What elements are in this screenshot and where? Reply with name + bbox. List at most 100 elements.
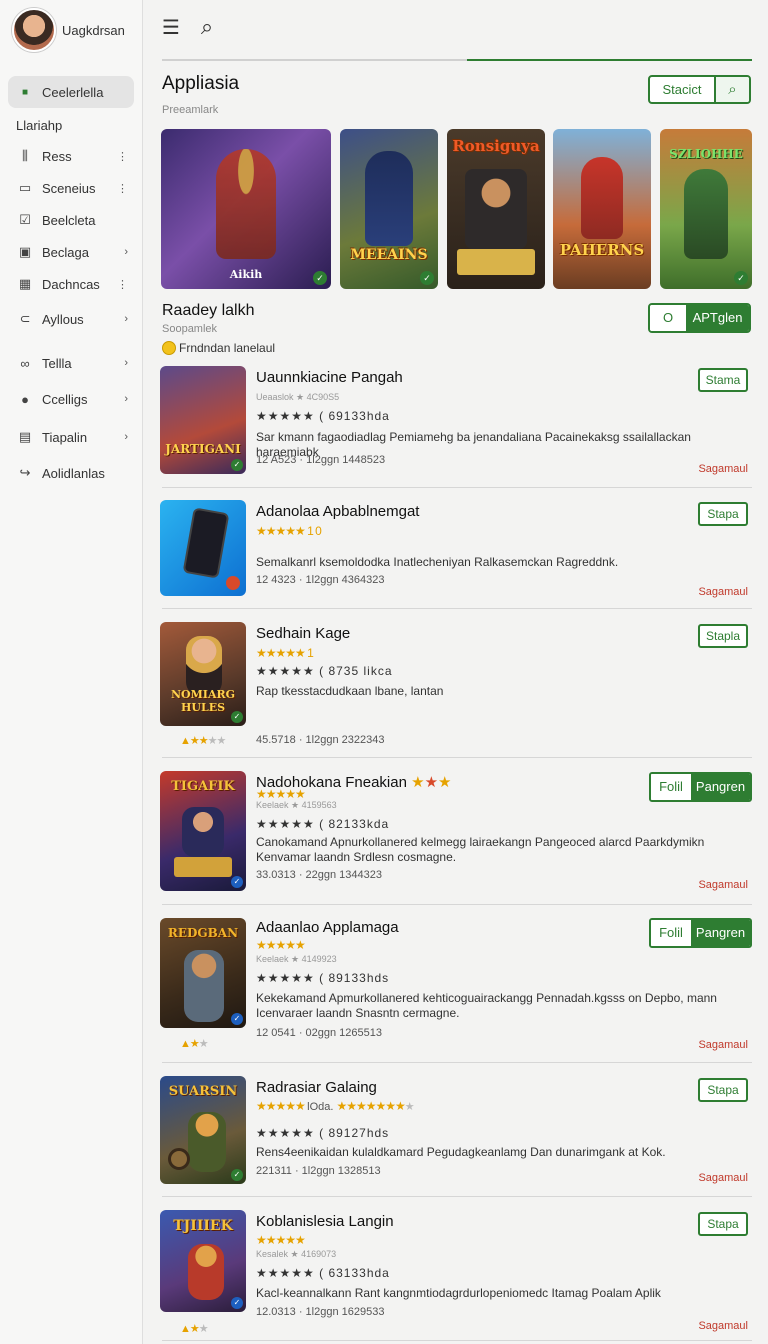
list-divider [162, 904, 752, 905]
sidebar-item-3[interactable]: ▭ Sceneius ⋮ [8, 172, 134, 204]
featured-banner[interactable]: PAHERNS [553, 129, 651, 289]
app-thumbnail[interactable]: JARTIGANI ✓ [160, 366, 246, 474]
sidebar-item-label: Beelcleta [42, 212, 96, 228]
app-button-group[interactable]: Folil Pangren [649, 918, 752, 948]
app-description: Rap tkesstacdudkaan lbane, lantan [256, 684, 444, 698]
featured-banner[interactable]: MEEAINS ✓ [340, 129, 438, 289]
sidebar-item-label: Ress [42, 148, 72, 164]
app-action-button[interactable]: Stapa [698, 502, 748, 526]
badge-icon: ✓ [231, 1013, 243, 1025]
featured-banner[interactable]: Ronsiguya [447, 129, 545, 289]
section-button-b[interactable]: APTglen [686, 305, 749, 331]
list-item[interactable]: SUARSIN ✓ Radrasiar Galaing ★★★★★ lOda. … [160, 1076, 752, 1188]
chevron-right-icon[interactable]: › [124, 313, 128, 325]
more-link[interactable]: Sagamaul [698, 879, 748, 891]
check-icon: ✓ [231, 1169, 243, 1181]
section-button-a[interactable]: O [650, 305, 686, 331]
more-link[interactable]: Sagamaul [698, 1172, 748, 1184]
chevron-right-icon[interactable]: › [124, 393, 128, 405]
app-button-b[interactable]: Pangren [691, 920, 750, 946]
app-action-button[interactable]: Stapa [698, 1212, 748, 1236]
more-link[interactable]: Sagamaul [698, 1320, 748, 1332]
sidebar-item-label: Llariahp [16, 117, 63, 133]
chevron-right-icon[interactable]: › [124, 246, 128, 258]
list-divider [162, 608, 752, 609]
app-button-a[interactable]: Folil [651, 774, 691, 800]
list-item[interactable]: NOMIARG HULES ✓ ▲★★★★ Sedhain Kage ★★★★★… [160, 622, 752, 750]
more-link[interactable]: Sagamaul [698, 586, 748, 598]
app-name[interactable]: Uaunnkiacine Pangah [256, 369, 403, 386]
image-icon: ▣ [18, 244, 32, 259]
sidebar-item-11[interactable]: ↪ Aolidlanlas [8, 457, 134, 489]
avatar[interactable] [12, 8, 56, 52]
more-link[interactable]: Sagamaul [698, 463, 748, 475]
app-thumbnail[interactable] [160, 500, 246, 596]
app-meta: 12.0313 · 1l2ggn 1629533 [256, 1306, 385, 1318]
app-name[interactable]: Radrasiar Galaing [256, 1079, 377, 1096]
sidebar-item-label: Ayllous [42, 311, 84, 327]
more-link[interactable]: Sagamaul [698, 1039, 748, 1051]
more-icon[interactable]: ⋮ [117, 150, 128, 163]
list-item[interactable]: REDGBAN ✓ ▲★★ Adaanlao Applamaga ★★★★★ K… [160, 916, 752, 1056]
sidebar-item-4[interactable]: ☑ Beelcleta [8, 204, 134, 236]
sidebar-item-10[interactable]: ▤ Tiapalin › [8, 421, 134, 453]
list-item[interactable]: TJIIIEK ✓ ▲★★ Koblanislesia Langin ★★★★★… [160, 1210, 752, 1344]
app-name[interactable]: Adaanlao Applamaga [256, 919, 399, 936]
sidebar-item-9[interactable]: ● Ccelligs › [8, 383, 134, 415]
menu-icon[interactable]: ☰ [160, 15, 182, 40]
app-button-group[interactable]: Folil Pangren [649, 772, 752, 802]
app-rating: ★★★★★ ( 8735 likca [256, 664, 393, 678]
featured-banner[interactable]: SZLIOHHE ✓ [660, 129, 752, 289]
top-divider [162, 59, 752, 61]
sidebar-item-label: Dachncas [42, 276, 100, 292]
sidebar-item-0[interactable]: ■ Ceelerlella [8, 76, 134, 108]
app-meta: 33.0313 · 22ggn 1344323 [256, 869, 383, 881]
list-item[interactable]: JARTIGANI ✓ Uaunnkiacine Pangah Ueaaslok… [160, 366, 752, 481]
app-description: Rens4eenikaidan kulaldkamard Pegudagkean… [256, 1145, 666, 1159]
app-thumbnail[interactable]: TJIIIEK ✓ [160, 1210, 246, 1312]
sidebar-item-5[interactable]: ▣ Beclaga › [8, 236, 134, 268]
app-name[interactable]: Adanolaa Apbablnemgat [256, 503, 419, 520]
more-icon[interactable]: ⋮ [117, 278, 128, 291]
sidebar-item-label: Aolidlanlas [42, 465, 105, 481]
list-divider [162, 487, 752, 488]
badge-icon: ✓ [231, 1297, 243, 1309]
banner-caption: PAHERNS [559, 241, 645, 259]
more-icon[interactable]: ⋮ [117, 182, 128, 195]
thumb-caption: TIGAFIK [171, 779, 235, 794]
app-thumbnail[interactable]: TIGAFIK ✓ [160, 771, 246, 891]
section-button-group[interactable]: O APTglen [648, 303, 751, 333]
sidebar-item-8[interactable]: ∞ Tellla › [8, 347, 134, 379]
sidebar-item-1[interactable]: Llariahp [8, 110, 134, 140]
sidebar: Uagkdrsan ■ Ceelerlella Llariahp ⫼ Ress … [0, 0, 143, 1344]
banner-caption: MEEAINS [350, 247, 428, 263]
sidebar-item-2[interactable]: ⫼ Ress ⋮ [8, 140, 134, 172]
search-icon[interactable]: ⌕ [196, 14, 218, 40]
list-item[interactable]: TIGAFIK ✓ Nadohokana Fneakian ★★★ ★★★★★ … [160, 770, 752, 895]
app-thumbnail[interactable]: NOMIARG HULES ✓ [160, 622, 246, 726]
profile[interactable]: Uagkdrsan [12, 8, 125, 52]
app-name[interactable]: Sedhain Kage [256, 625, 350, 642]
sidebar-item-label: Sceneius [42, 180, 96, 196]
search-icon[interactable]: ⌕ [714, 77, 749, 102]
sidebar-item-6[interactable]: ▦ Dachncas ⋮ [8, 268, 134, 300]
featured-banner[interactable]: Aikih ✓ [161, 129, 331, 289]
app-sub: Keelaek ★ 4159563 [256, 800, 337, 810]
app-thumbnail[interactable]: SUARSIN ✓ [160, 1076, 246, 1184]
app-button-a[interactable]: Folil [651, 920, 691, 946]
app-button-b[interactable]: Pangren [691, 774, 750, 800]
list-divider [162, 1196, 752, 1197]
sidebar-item-7[interactable]: ⊂ Ayllous › [8, 303, 134, 335]
search-button-group[interactable]: Stacict ⌕ [648, 75, 751, 104]
chevron-right-icon[interactable]: › [124, 431, 128, 443]
app-action-button[interactable]: Stama [698, 368, 748, 392]
app-name[interactable]: Koblanislesia Langin [256, 1213, 394, 1230]
app-thumbnail[interactable]: REDGBAN ✓ [160, 918, 246, 1028]
sidebar-item-label: Beclaga [42, 244, 89, 260]
search-button-label[interactable]: Stacict [650, 77, 714, 102]
app-action-button[interactable]: Stapa [698, 1078, 748, 1102]
banner-caption: Ronsiguya [452, 137, 540, 155]
chevron-right-icon[interactable]: › [124, 357, 128, 369]
list-item[interactable]: Adanolaa Apbablnemgat ★★★★★ 1 0 Semalkan… [160, 500, 752, 600]
app-action-button[interactable]: Stapla [698, 624, 748, 648]
